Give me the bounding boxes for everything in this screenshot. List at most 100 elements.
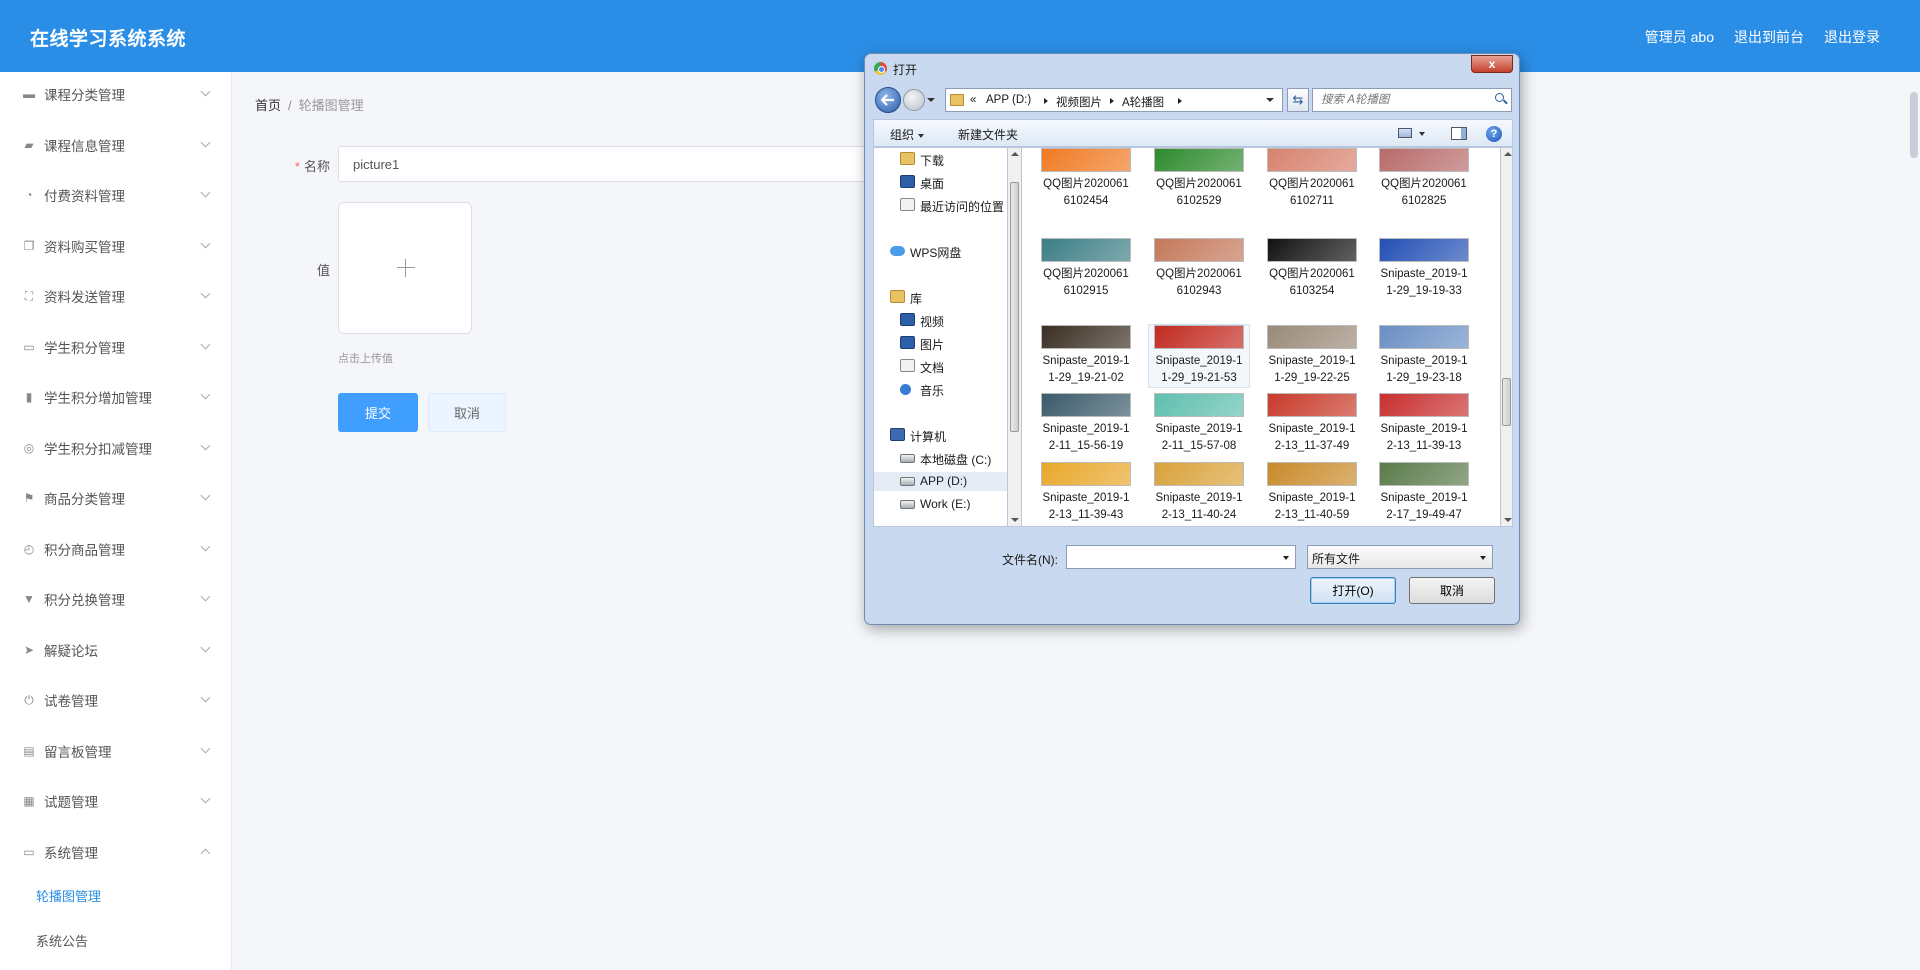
address-dropdown-icon[interactable] [1266,98,1274,102]
nav-tree-item[interactable]: APP (D:) [874,472,1007,491]
nav-tree-item[interactable]: 最近访问的位置 [900,196,1004,215]
file-thumbnail-item[interactable]: Snipaste_2019-12-13_11-40-59 [1262,462,1362,524]
sidebar-item[interactable]: ⛶ 资料发送管理 [0,276,232,316]
nav-tree-item[interactable]: WPS网盘 [890,242,1004,261]
history-dropdown-icon[interactable] [927,98,935,102]
back-arrow-icon[interactable] [875,87,901,113]
submenu-item-carousel[interactable]: 轮播图管理 [0,876,232,912]
nav-tree-item[interactable]: Work (E:) [900,495,1004,514]
nav-tree-item[interactable]: 本地磁盘 (C:) [900,449,1004,468]
file-thumbnail-item[interactable]: Snipaste_2019-12-17_19-49-47 [1374,462,1474,524]
sidebar-item[interactable]: ▬ 课程分类管理 [0,74,232,114]
help-icon[interactable]: ? [1486,126,1502,142]
address-segment-current[interactable]: A轮播图 [1122,94,1164,110]
file-thumbnail-item[interactable]: QQ图片20200616102454 [1036,148,1136,210]
scroll-thumb[interactable] [1502,378,1511,426]
file-thumbnail-item[interactable]: Snipaste_2019-11-29_19-19-33 [1374,238,1474,300]
image-upload-box[interactable] [338,202,472,334]
scroll-down-icon[interactable] [1504,518,1512,522]
nav-tree-item[interactable]: 桌面 [900,173,1004,192]
search-input[interactable] [1312,88,1512,112]
dialog-close-button[interactable]: x [1471,55,1513,73]
sidebar-item[interactable]: ▭ 系统管理 [0,832,232,872]
address-bar[interactable]: « APP (D:) 视频图片 A轮播图 [945,88,1283,112]
page-scrollbar[interactable] [1910,92,1918,158]
logout-link[interactable]: 退出登录 [1824,27,1880,47]
nav-tree-item[interactable]: 下载 [900,150,1004,169]
file-thumbnail-item[interactable]: Snipaste_2019-12-13_11-40-24 [1149,462,1249,524]
address-arrow-icon[interactable] [1110,98,1114,104]
sidebar-item[interactable]: ▮ 学生积分增加管理 [0,377,232,417]
scroll-up-icon[interactable] [1504,152,1512,156]
chevron-down-icon[interactable] [1283,556,1289,560]
scroll-down-icon[interactable] [1011,518,1019,522]
nav-tree-item[interactable]: 音乐 [900,380,1004,399]
nav-tree-item[interactable]: 计算机 [890,426,1004,445]
file-thumbnail-item[interactable]: Snipaste_2019-11-29_19-21-02 [1036,325,1136,387]
dialog-titlebar[interactable]: 打开 x [865,54,1521,82]
file-thumbnail-item[interactable]: Snipaste_2019-12-11_15-56-19 [1036,393,1136,455]
back-to-front-link[interactable]: 退出到前台 [1734,27,1804,47]
file-thumbnail-item[interactable]: QQ图片20200616102711 [1262,148,1362,210]
address-segment-drive[interactable]: APP (D:) [986,94,1031,106]
nav-tree-item[interactable]: 视频 [900,311,1004,330]
address-arrow-icon[interactable] [1044,98,1048,104]
filetype-select[interactable]: 所有文件 [1307,545,1493,569]
refresh-icon[interactable]: ⇆ [1287,88,1309,112]
sidebar-item[interactable]: ◔ 付费资料管理 [0,175,232,215]
nav-pane-scrollbar[interactable] [1007,147,1022,527]
nav-tree-item[interactable]: 图片 [900,334,1004,353]
sidebar-item[interactable]: ▭ 学生积分管理 [0,327,232,367]
view-mode-icon[interactable] [1398,128,1412,138]
nav-tree-item[interactable]: 文档 [900,357,1004,376]
cancel-button[interactable]: 取消 [428,393,506,432]
search-icon[interactable] [1495,93,1504,102]
submit-button[interactable]: 提交 [338,393,418,432]
file-name: QQ图片20200616103254 [1269,268,1355,297]
file-thumbnail-item[interactable]: Snipaste_2019-12-13_11-39-13 [1374,393,1474,455]
sidebar-item[interactable]: ▼ 积分兑换管理 [0,579,232,619]
view-dropdown-icon[interactable] [1419,132,1425,136]
sidebar-item[interactable]: ◎ 学生积分扣减管理 [0,428,232,468]
file-thumbnail-item[interactable]: QQ图片20200616102915 [1036,238,1136,300]
address-overflow[interactable]: « [970,94,976,106]
nav-tree-label: 本地磁盘 (C:) [920,453,992,467]
new-folder-button[interactable]: 新建文件夹 [958,126,1018,143]
sidebar-item[interactable]: ▦ 试题管理 [0,781,232,821]
sidebar-item[interactable]: ❐ 资料购买管理 [0,226,232,266]
file-thumbnail-item[interactable]: QQ图片20200616102943 [1149,238,1249,300]
admin-user-label[interactable]: 管理员 abo [1645,27,1714,47]
submenu-item-announcement[interactable]: 系统公告 [0,921,232,957]
file-thumbnail-item[interactable]: QQ图片20200616103254 [1262,238,1362,300]
breadcrumb-home[interactable]: 首页 [255,98,281,113]
address-segment-folder[interactable]: 视频图片 [1056,94,1102,110]
scroll-up-icon[interactable] [1011,152,1019,156]
forward-arrow-icon[interactable] [903,89,925,111]
preview-pane-icon[interactable] [1451,127,1467,140]
file-thumbnail-item[interactable]: Snipaste_2019-12-13_11-39-43 [1036,462,1136,524]
file-thumbnail-item[interactable]: Snipaste_2019-11-29_19-23-18 [1374,325,1474,387]
name-input[interactable] [338,146,938,182]
file-thumbnail-item[interactable]: Snipaste_2019-11-29_19-22-25 [1262,325,1362,387]
dialog-cancel-button[interactable]: 取消 [1409,577,1495,604]
file-thumbnail-item[interactable]: Snipaste_2019-12-11_15-57-08 [1149,393,1249,455]
file-thumbnail-item[interactable]: QQ图片20200616102825 [1374,148,1474,210]
address-arrow-icon[interactable] [1178,98,1182,104]
nav-tree-item[interactable]: 库 [890,288,1004,307]
files-pane-scrollbar[interactable] [1500,147,1513,527]
sidebar-item[interactable]: ➤ 解疑论坛 [0,630,232,670]
file-thumbnail-item[interactable]: QQ图片20200616102529 [1149,148,1249,210]
chevron-down-icon [200,793,211,804]
sidebar-item[interactable]: ▤ 留言板管理 [0,731,232,771]
sidebar-item[interactable]: ◴ 积分商品管理 [0,529,232,569]
sidebar-item[interactable]: ▰ 课程信息管理 [0,125,232,165]
sidebar-item[interactable]: ⚑ 商品分类管理 [0,478,232,518]
scroll-thumb[interactable] [1010,182,1019,432]
sidebar-item[interactable]: ⏻ 试卷管理 [0,680,232,720]
organize-menu[interactable]: 组织 [890,126,925,143]
filename-input[interactable] [1066,545,1296,569]
file-thumbnail-item[interactable]: Snipaste_2019-12-13_11-37-49 [1262,393,1362,455]
open-button[interactable]: 打开(O) [1310,577,1396,604]
image-thumbnail [1267,238,1357,262]
file-thumbnail-item[interactable]: Snipaste_2019-11-29_19-21-53 [1148,324,1250,388]
